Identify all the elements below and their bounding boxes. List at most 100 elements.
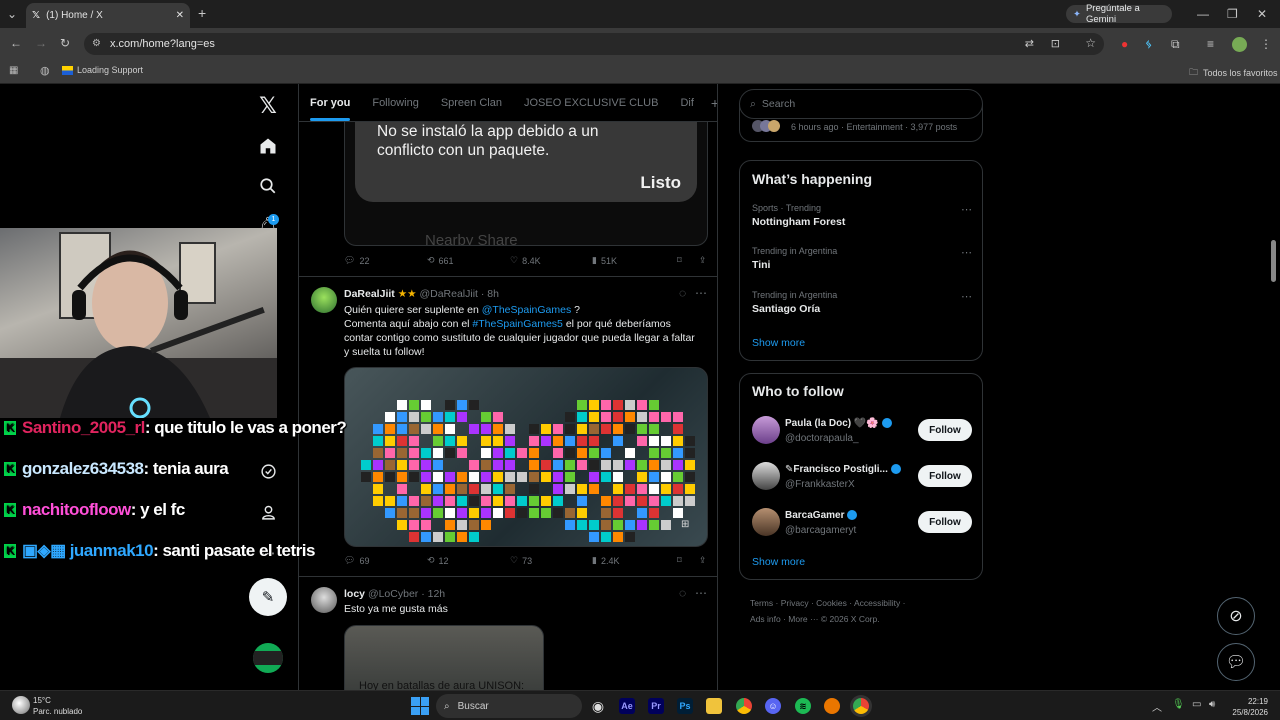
trend-item[interactable]: Trending in Argentina Santiago Oría ⋯ (752, 290, 972, 315)
avatar[interactable] (752, 416, 780, 444)
show-more-link[interactable]: Show more (752, 556, 805, 568)
volume-icon[interactable]: 🔊︎ (1209, 699, 1215, 710)
minimize-icon[interactable]: — (1197, 8, 1209, 20)
file-explorer-icon[interactable] (706, 698, 722, 714)
avatar[interactable] (311, 587, 337, 613)
home-icon[interactable] (256, 134, 280, 158)
reply-button[interactable]: 💬︎ 22 (344, 255, 427, 266)
chrome-menu-icon[interactable]: ⋮ (1260, 38, 1272, 50)
translate-icon[interactable]: ⇄ (1025, 37, 1034, 50)
views-button[interactable]: ▮ 2.4K (592, 555, 677, 566)
tweet-video[interactable]: Hoy en batallas de aura UNISON: (344, 625, 544, 690)
author-handle[interactable]: @LoCyber (368, 588, 418, 600)
footer-link[interactable]: Privacy (781, 598, 809, 608)
obs-icon[interactable]: ◉ (590, 698, 606, 714)
profile-avatar[interactable] (1232, 37, 1247, 52)
x-logo-icon[interactable]: 𝕏 (256, 93, 280, 118)
blender-icon[interactable] (824, 698, 840, 714)
mic-icon[interactable]: 🎙︎ (1172, 699, 1185, 710)
follow-suggestion[interactable]: BarcaGamer @barcagameryt Follow (740, 506, 982, 540)
search-input[interactable]: ⌕ Search (739, 89, 983, 119)
avatar[interactable] (752, 508, 780, 536)
more-options-icon[interactable]: ⋯ (695, 586, 707, 600)
reload-icon[interactable]: ↻ (60, 37, 70, 49)
avatar[interactable] (752, 462, 780, 490)
tab-for-you[interactable]: For you (299, 97, 361, 121)
views-button[interactable]: ▮ 51K (592, 255, 677, 266)
follow-button[interactable]: Follow (918, 419, 972, 441)
verified-orgs-icon[interactable] (256, 459, 280, 483)
like-button[interactable]: ♡ 73 (510, 555, 592, 566)
show-more-link[interactable]: Show more (752, 337, 805, 349)
extensions-puzzle-icon[interactable]: ⧉ (1171, 38, 1180, 50)
follow-suggestion[interactable]: ✎Francisco Postigli... @FrankkasterX Fol… (740, 460, 982, 494)
spotify-icon[interactable]: ≋ (795, 698, 811, 714)
avatar[interactable] (311, 287, 337, 313)
explore-search-icon[interactable] (256, 174, 280, 198)
author-name[interactable]: locy (344, 588, 365, 600)
window-close-icon[interactable]: ✕ (1257, 8, 1267, 20)
trend-more-icon[interactable]: ⋯ (961, 203, 972, 216)
forward-icon[interactable]: → (35, 37, 47, 49)
tray-chevron-icon[interactable]: ︿ (1152, 699, 1162, 714)
trend-more-icon[interactable]: ⋯ (961, 246, 972, 259)
after-effects-icon[interactable]: Ae (619, 698, 635, 714)
taskbar-search-box[interactable]: ⌕ Buscar (436, 694, 582, 718)
restore-icon[interactable]: ❐ (1227, 8, 1238, 20)
extension-blue-icon[interactable]: ᛃ (1145, 38, 1152, 50)
grok-fab-icon[interactable]: ⊘ (1217, 597, 1255, 635)
browser-tab[interactable]: 𝕏 (1) Home / X ✕ (26, 3, 190, 28)
page-scrollbar[interactable] (1271, 240, 1276, 282)
follow-button[interactable]: Follow (918, 465, 972, 487)
grok-icon[interactable]: ◌ (679, 286, 686, 300)
author-name[interactable]: DaRealJiit (344, 288, 395, 300)
tab-search-icon[interactable]: ⌄ (7, 8, 17, 20)
media-queue-icon[interactable]: ≡ (1207, 38, 1214, 50)
reply-button[interactable]: 💬︎ 69 (344, 555, 427, 566)
like-button[interactable]: ♡ 8.4K (510, 255, 592, 266)
network-icon[interactable]: ▭ (1192, 699, 1201, 710)
repost-button[interactable]: ⟲ 12 (427, 555, 510, 566)
install-icon[interactable]: ⊡ (1051, 37, 1060, 50)
footer-link[interactable]: Accessibility (854, 598, 900, 608)
tab-joseo-exclusive-club[interactable]: JOSEO EXCLUSIVE CLUB (513, 97, 670, 109)
bookmark-icon[interactable]: ⌑ (677, 255, 699, 266)
tweet-media[interactable]: No se instaló la app debido a un conflic… (344, 122, 708, 246)
compose-post-button[interactable]: ✎ (249, 578, 287, 616)
bookmark-icon[interactable]: ⌑ (677, 555, 699, 566)
tab-close-icon[interactable]: ✕ (176, 10, 184, 21)
repost-button[interactable]: ⟲ 661 (427, 255, 510, 266)
footer-link[interactable]: Cookies (816, 598, 847, 608)
discord-icon[interactable]: ☺ (765, 698, 781, 714)
account-avatar[interactable] (253, 643, 283, 673)
globe-icon[interactable]: ◍ (40, 64, 50, 77)
chrome-active-icon[interactable] (853, 698, 869, 714)
chrome-icon[interactable] (736, 698, 752, 714)
premiere-icon[interactable]: Pr (648, 698, 664, 714)
clock[interactable]: 22:19 25/8/2026 (1226, 696, 1268, 718)
image-alt-icon[interactable]: ⊞ (681, 519, 695, 533)
windows-start-icon[interactable] (411, 697, 429, 715)
new-tab-button[interactable]: + (198, 6, 206, 20)
add-tab-button[interactable]: + (705, 95, 717, 111)
tab-spreen-clan[interactable]: Spreen Clan (430, 97, 513, 109)
share-icon[interactable]: ⇪ (699, 555, 707, 566)
mention-link[interactable]: @TheSpainGames (482, 304, 571, 316)
footer-link[interactable]: More ··· (788, 614, 818, 624)
share-icon[interactable]: ⇪ (699, 255, 707, 266)
tweet-time[interactable]: · 12h (421, 588, 445, 600)
apps-grid-icon[interactable]: ▦ (9, 65, 18, 76)
tab-dif[interactable]: Dif (669, 97, 704, 109)
profile-icon[interactable] (256, 500, 280, 524)
weather-widget[interactable]: 15°C Parc. nublado (33, 695, 82, 717)
trend-more-icon[interactable]: ⋯ (961, 290, 972, 303)
author-handle[interactable]: @DaRealJiit (419, 288, 478, 300)
tab-following[interactable]: Following (361, 97, 429, 109)
trend-item[interactable]: Trending in Argentina Tini ⋯ (752, 246, 972, 271)
all-bookmarks-folder[interactable]: 🗀 Todos los favoritos (1189, 65, 1278, 81)
messages-fab-icon[interactable]: 💬︎ (1217, 643, 1255, 681)
tweet-image[interactable]: ⊞ (344, 367, 708, 547)
grok-icon[interactable]: ◌ (679, 586, 686, 600)
address-bar[interactable]: ⚙ x.com/home?lang=es ⇄ ⊡ ☆ (84, 33, 1104, 55)
extension-red-icon[interactable]: ● (1121, 38, 1128, 50)
